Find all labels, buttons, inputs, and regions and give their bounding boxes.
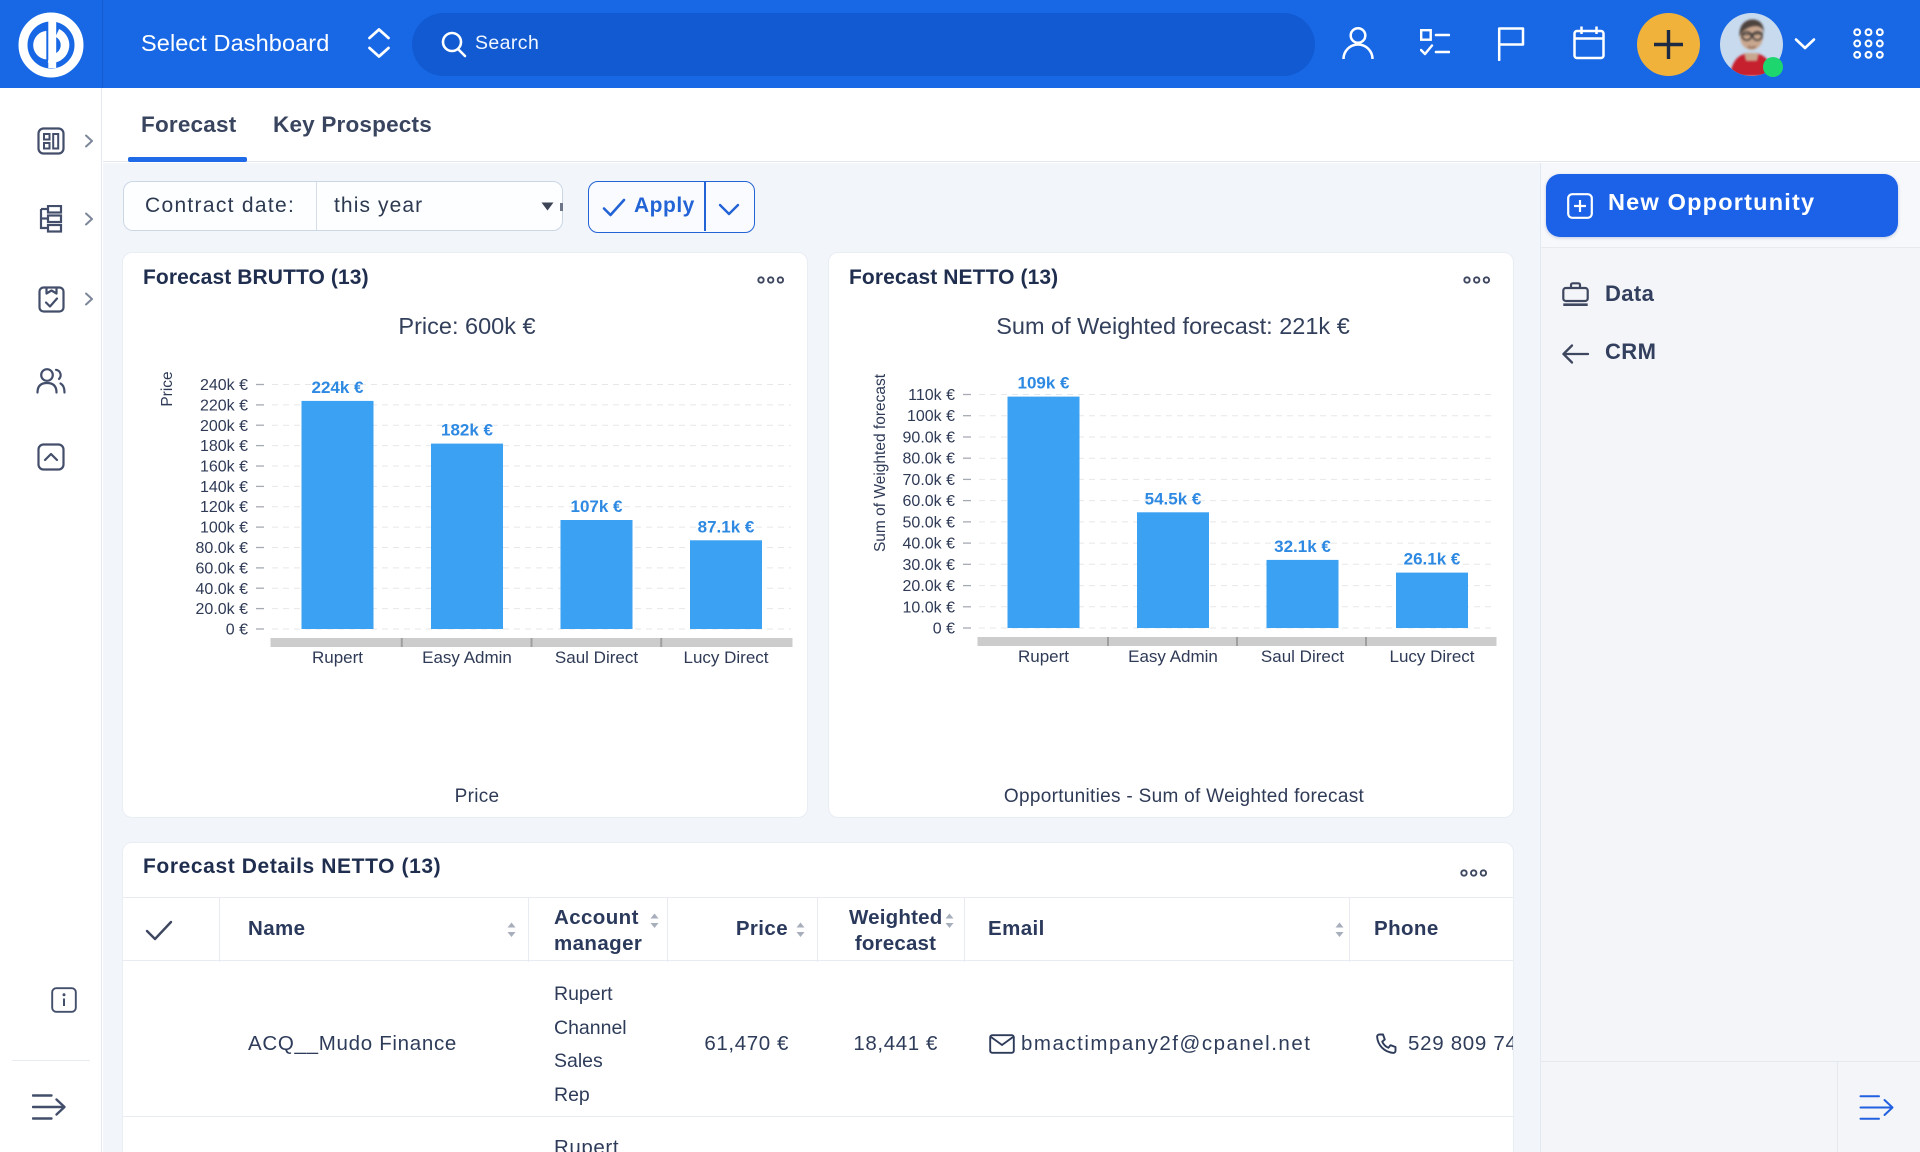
svg-text:Saul Direct: Saul Direct: [555, 648, 638, 667]
svg-text:Opportunities - Sum of Weighte: Opportunities - Sum of Weighted forecast: [1004, 786, 1365, 807]
svg-text:32.1k €: 32.1k €: [1274, 537, 1331, 556]
svg-text:240k €: 240k €: [200, 377, 248, 394]
svg-text:Price: Price: [159, 371, 176, 406]
svg-text:Lucy Direct: Lucy Direct: [683, 648, 768, 667]
svg-text:180k €: 180k €: [200, 438, 248, 455]
svg-text:200k €: 200k €: [200, 418, 248, 435]
svg-text:80.0k €: 80.0k €: [196, 540, 249, 557]
svg-text:224k €: 224k €: [312, 378, 365, 397]
svg-text:220k €: 220k €: [200, 397, 248, 414]
svg-text:87.1k €: 87.1k €: [698, 517, 755, 536]
svg-text:Rupert: Rupert: [1018, 647, 1069, 666]
svg-text:50.0k €: 50.0k €: [903, 514, 956, 531]
svg-text:Easy Admin: Easy Admin: [422, 648, 512, 667]
svg-text:Easy Admin: Easy Admin: [1128, 647, 1218, 666]
svg-text:140k €: 140k €: [200, 479, 248, 496]
svg-text:60.0k €: 60.0k €: [196, 560, 249, 577]
svg-text:100k €: 100k €: [200, 520, 248, 537]
svg-text:Sum of Weighted forecast: Sum of Weighted forecast: [872, 373, 889, 552]
svg-text:70.0k €: 70.0k €: [903, 472, 956, 489]
svg-text:54.5k €: 54.5k €: [1145, 489, 1202, 508]
svg-text:110k €: 110k €: [908, 387, 955, 404]
svg-text:107k €: 107k €: [571, 497, 624, 516]
svg-text:26.1k €: 26.1k €: [1404, 550, 1461, 569]
svg-text:100k €: 100k €: [907, 408, 955, 425]
svg-text:Price: 600k €: Price: 600k €: [398, 313, 535, 339]
svg-text:30.0k €: 30.0k €: [903, 557, 956, 574]
svg-text:160k €: 160k €: [200, 459, 248, 476]
svg-text:Sum of Weighted forecast: 221k: Sum of Weighted forecast: 221k €: [996, 313, 1350, 339]
svg-text:40.0k €: 40.0k €: [196, 581, 249, 598]
svg-text:20.0k €: 20.0k €: [903, 578, 956, 595]
svg-text:182k €: 182k €: [441, 421, 494, 440]
svg-text:60.0k €: 60.0k €: [903, 493, 956, 510]
svg-text:Saul Direct: Saul Direct: [1261, 647, 1344, 666]
svg-text:10.0k €: 10.0k €: [903, 599, 956, 616]
svg-text:20.0k €: 20.0k €: [196, 601, 249, 618]
svg-text:120k €: 120k €: [200, 499, 248, 516]
svg-text:Rupert: Rupert: [312, 648, 363, 667]
svg-text:Lucy Direct: Lucy Direct: [1389, 647, 1474, 666]
svg-text:90.0k €: 90.0k €: [903, 430, 956, 447]
svg-text:Price: Price: [455, 786, 500, 807]
svg-text:0 €: 0 €: [933, 621, 955, 638]
svg-text:0 €: 0 €: [226, 622, 248, 639]
svg-text:40.0k €: 40.0k €: [903, 536, 956, 553]
svg-text:109k €: 109k €: [1018, 374, 1071, 393]
svg-text:80.0k €: 80.0k €: [903, 451, 956, 468]
